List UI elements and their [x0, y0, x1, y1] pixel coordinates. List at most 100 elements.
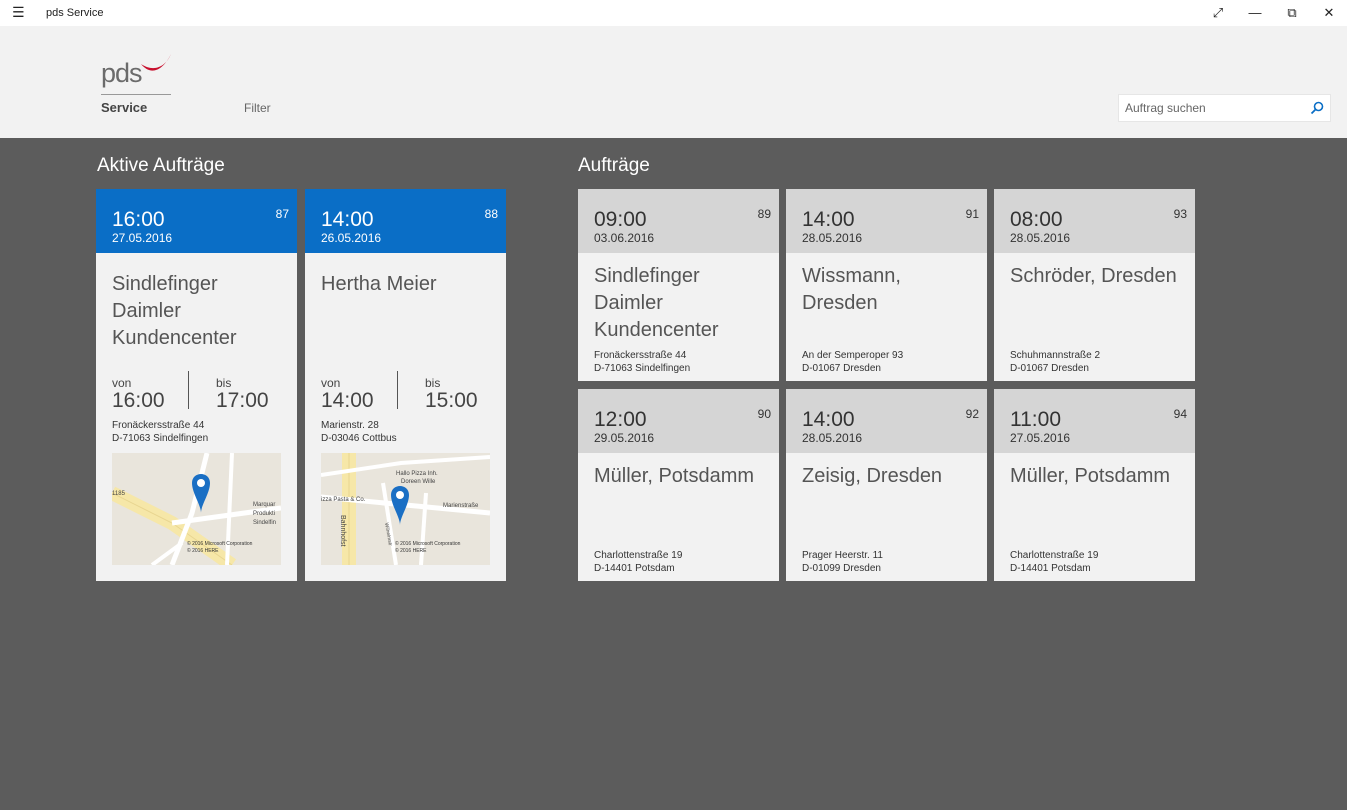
address-city: D-71063 Sindelfingen — [112, 433, 209, 444]
close-icon[interactable]: ✕ — [1311, 0, 1347, 26]
map-graphic: 1185 Marquar Produkti Sindelfin © 2016 M… — [112, 453, 281, 565]
card-customer-name: Schröder, Dresden — [1010, 265, 1177, 287]
active-order-card[interactable]: 14:00 26.05.2016 88 Hertha Meier von 14:… — [305, 189, 506, 581]
card-date: 29.05.2016 — [594, 431, 655, 445]
card-date: 27.05.2016 — [1010, 431, 1071, 445]
card-header: 14:00 28.05.2016 91 — [786, 189, 987, 253]
card-header: 14:00 28.05.2016 92 — [786, 389, 987, 453]
order-card[interactable]: 14:00 28.05.2016 91 Wissmann, Dresden An… — [786, 189, 987, 381]
order-card[interactable]: 09:00 03.06.2016 89 Sindlefinger Daimler… — [578, 189, 779, 381]
bis-label: bis — [216, 376, 232, 390]
bis-label: bis — [425, 376, 441, 390]
active-order-card[interactable]: 16:00 27.05.2016 87 Sindlefinger Daimler… — [96, 189, 297, 581]
location-map[interactable]: 1185 Marquar Produkti Sindelfin © 2016 M… — [112, 453, 281, 565]
address-street: Prager Heerstr. 11 — [802, 550, 883, 561]
card-customer-name: Müller, Potsdamm — [594, 465, 755, 487]
card-customer-name: Wissmann, Dresden — [802, 265, 901, 314]
card-date: 03.06.2016 — [594, 231, 655, 245]
card-time: 09:00 — [594, 208, 647, 231]
location-map[interactable]: Hallo Pizza Inh. Doreen Wille izza Pasta… — [321, 453, 490, 565]
card-time: 14:00 — [802, 408, 855, 431]
card-time: 14:00 — [802, 208, 855, 231]
card-customer-name: Zeisig, Dresden — [802, 465, 943, 487]
card-number: 87 — [275, 207, 289, 221]
address-city: D-71063 Sindelfingen — [594, 363, 691, 374]
search-box — [1118, 94, 1331, 122]
map-copyright: © 2016 HERE — [187, 547, 219, 554]
card-time: 16:00 — [112, 208, 165, 231]
order-card[interactable]: 08:00 28.05.2016 93 Schröder, Dresden Sc… — [994, 189, 1195, 381]
card-address: Fronäckersstraße 44 D-71063 Sindelfingen — [594, 349, 690, 375]
map-label: Hallo Pizza Inh. — [396, 471, 438, 477]
window-title: pds Service — [46, 7, 104, 19]
filter-button[interactable]: Filter — [244, 101, 271, 115]
card-time: 11:00 — [1010, 408, 1061, 431]
address-street: An der Semperoper 93 — [802, 350, 904, 361]
expand-icon[interactable]: ⤢ — [1200, 0, 1236, 26]
search-input[interactable] — [1119, 95, 1299, 121]
address-city: D-01099 Dresden — [802, 563, 881, 574]
card-number: 94 — [1173, 407, 1187, 421]
card-date: 27.05.2016 — [112, 231, 173, 245]
time-range: von 14:00 bis 15:00 — [321, 371, 496, 412]
restore-icon[interactable]: ⧉ — [1274, 0, 1310, 26]
order-card[interactable]: 14:00 28.05.2016 92 Zeisig, Dresden Prag… — [786, 389, 987, 581]
orders-heading: Aufträge — [578, 155, 650, 176]
map-label: Doreen Wille — [401, 479, 436, 485]
title-bar: ☰ pds Service ⤢ — ⧉ ✕ — [0, 0, 1347, 26]
address-city: D-01067 Dresden — [802, 363, 881, 374]
card-date: 28.05.2016 — [1010, 231, 1071, 245]
card-customer-name: Sindlefinger Daimler Kundencenter — [112, 273, 237, 349]
address-street: Charlottenstraße 19 — [594, 550, 683, 561]
card-time: 14:00 — [321, 208, 374, 231]
card-header: 14:00 26.05.2016 88 — [305, 189, 506, 253]
address-street: Marienstr. 28 — [321, 420, 379, 431]
map-label: Sindelfin — [253, 520, 276, 526]
card-address: Charlottenstraße 19 D-14401 Potsdam — [594, 549, 682, 575]
map-copyright: © 2016 Microsoft Corporation — [395, 540, 461, 547]
hamburger-icon[interactable]: ☰ — [12, 4, 25, 21]
map-label: Produkti — [253, 511, 275, 517]
address-city: D-14401 Potsdam — [1010, 563, 1091, 574]
card-address: Marienstr. 28 D-03046 Cottbus — [321, 419, 397, 445]
card-number: 92 — [965, 407, 979, 421]
minimize-icon[interactable]: — — [1237, 0, 1273, 26]
order-card[interactable]: 11:00 27.05.2016 94 Müller, Potsdamm Cha… — [994, 389, 1195, 581]
logo-divider — [101, 94, 171, 95]
address-city: D-03046 Cottbus — [321, 433, 397, 444]
map-label: Bahnhofst — [339, 515, 346, 547]
map-graphic: Hallo Pizza Inh. Doreen Wille izza Pasta… — [321, 453, 490, 565]
map-label: Marienstraße — [443, 503, 479, 509]
time-divider — [188, 371, 189, 409]
pds-logo: pds Service — [101, 54, 173, 118]
search-icon[interactable] — [1310, 101, 1324, 115]
card-time: 12:00 — [594, 408, 647, 431]
map-label: izza Pasta & Co. — [321, 497, 366, 503]
map-copyright: © 2016 Microsoft Corporation — [187, 540, 253, 547]
address-street: Fronäckersstraße 44 — [112, 420, 205, 431]
von-label: von — [321, 376, 341, 390]
card-address: An der Semperoper 93 D-01067 Dresden — [802, 349, 903, 375]
address-city: D-01067 Dresden — [1010, 363, 1089, 374]
card-time: 08:00 — [1010, 208, 1063, 231]
card-address: Fronäckersstraße 44 D-71063 Sindelfingen — [112, 419, 208, 445]
card-number: 88 — [484, 207, 498, 221]
order-card[interactable]: 12:00 29.05.2016 90 Müller, Potsdamm Cha… — [578, 389, 779, 581]
map-copyright: © 2016 HERE — [395, 547, 427, 554]
map-label: Marquar — [253, 502, 275, 508]
logo-text: pds — [101, 58, 143, 88]
card-header: 16:00 27.05.2016 87 — [96, 189, 297, 253]
bis-value: 17:00 — [216, 389, 269, 412]
card-customer-name: Sindlefinger Daimler Kundencenter — [594, 265, 719, 341]
time-range: von 16:00 bis 17:00 — [112, 371, 287, 412]
card-number: 91 — [965, 207, 979, 221]
address-city: D-14401 Potsdam — [594, 563, 675, 574]
von-value: 14:00 — [321, 389, 374, 412]
logo-swoosh-icon — [141, 54, 171, 71]
card-header: 12:00 29.05.2016 90 — [578, 389, 779, 453]
address-street: Charlottenstraße 19 — [1010, 550, 1099, 561]
card-customer-name: Hertha Meier — [321, 273, 437, 295]
card-date: 28.05.2016 — [802, 231, 863, 245]
card-number: 93 — [1173, 207, 1187, 221]
active-orders-heading: Aktive Aufträge — [97, 155, 225, 176]
